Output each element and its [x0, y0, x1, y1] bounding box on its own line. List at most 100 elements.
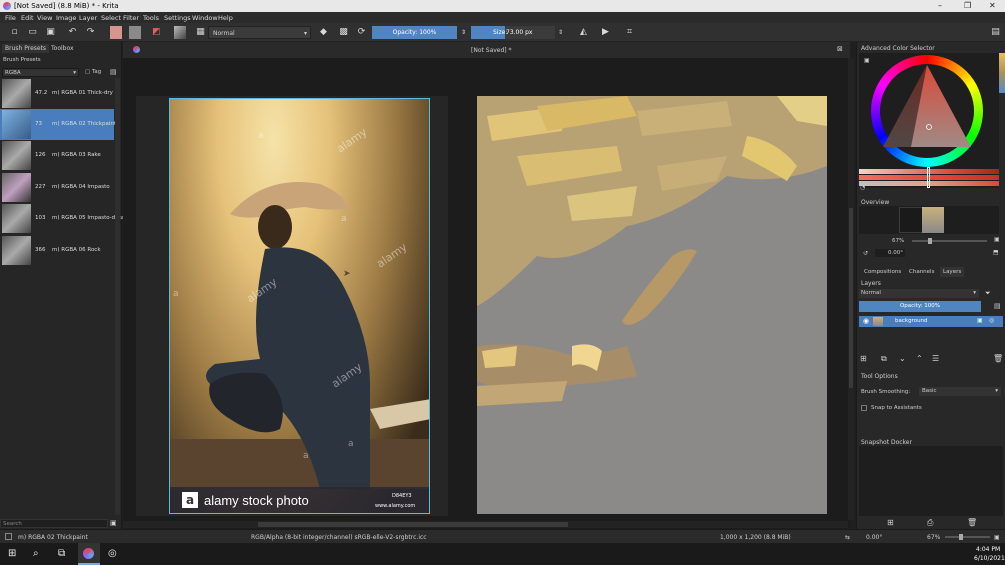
menu-window[interactable]: Window: [192, 14, 218, 22]
menu-layer[interactable]: Layer: [79, 14, 97, 22]
layer-row-background[interactable]: ◉ background ▣ ◎: [859, 316, 1003, 327]
menu-file[interactable]: File: [5, 14, 16, 22]
tag-button[interactable]: ▢ Tag: [85, 69, 101, 75]
preset-view-icon[interactable]: ▤: [110, 68, 117, 76]
layer-properties-icon[interactable]: ☰: [932, 354, 939, 363]
close-button[interactable]: ✕: [989, 1, 996, 10]
tab-toolbox[interactable]: Toolbox: [48, 44, 77, 53]
status-rotate-icon[interactable]: ⇆: [845, 534, 850, 541]
preset-search-options-icon[interactable]: ▣: [110, 519, 117, 527]
color-selector-settings-icon[interactable]: ▣: [864, 57, 870, 64]
obs-taskbar-icon[interactable]: ◎: [108, 548, 117, 559]
status-zoom-slider[interactable]: [945, 534, 990, 540]
delete-snapshot-icon[interactable]: 🗑: [967, 518, 977, 527]
preset-search-input[interactable]: Search: [0, 519, 108, 528]
eraser-icon[interactable]: ◆: [318, 27, 329, 38]
vertical-scroll-thumb[interactable]: [849, 208, 853, 388]
canvas-vertical-scrollbar[interactable]: [848, 58, 854, 520]
foreground-color-swatch[interactable]: [110, 26, 122, 39]
add-snapshot-icon[interactable]: ⊞: [887, 518, 894, 527]
swap-colors-icon[interactable]: ◩: [151, 27, 162, 38]
canvas-horizontal-scrollbar[interactable]: [123, 521, 848, 528]
pattern-icon[interactable]: [174, 26, 186, 39]
search-icon[interactable]: ⌕: [33, 548, 39, 559]
status-zoom-handle[interactable]: [959, 534, 963, 540]
mirror-view-icon[interactable]: ⬒: [993, 249, 999, 256]
mirror-horizontal-icon[interactable]: ◭: [578, 27, 589, 38]
zoom-slider-handle[interactable]: [928, 238, 932, 244]
saturation-triangle[interactable]: [881, 65, 973, 150]
menu-filter[interactable]: Filter: [123, 14, 139, 22]
menu-edit[interactable]: Edit: [21, 14, 34, 22]
color-history-strip[interactable]: [999, 53, 1005, 93]
brush-smoothing-select[interactable]: Basic ▾: [919, 387, 1001, 396]
document-tab-title[interactable]: [Not Saved] *: [471, 47, 512, 54]
layer-opacity-slider[interactable]: Opacity: 100%: [859, 301, 981, 312]
overview-area[interactable]: [859, 206, 999, 234]
menu-image[interactable]: Image: [56, 14, 76, 22]
taskbar-date[interactable]: 6/10/2021: [974, 555, 1005, 562]
rotation-input[interactable]: 0.00°: [875, 249, 905, 257]
menu-view[interactable]: View: [37, 14, 52, 22]
color-picker-icon[interactable]: ◔: [860, 184, 865, 191]
layer-visibility-eye-icon[interactable]: ◉: [863, 317, 869, 325]
menu-help[interactable]: Help: [218, 14, 233, 22]
preset-list-scrollbar[interactable]: [115, 78, 120, 515]
tab-compositions[interactable]: Compositions: [864, 269, 901, 275]
overview-zoom-slider[interactable]: [912, 238, 987, 244]
color-selector-area[interactable]: ▣: [859, 53, 999, 188]
color-slider-handle[interactable]: [927, 167, 930, 188]
mirror-vertical-icon[interactable]: ▶: [600, 27, 611, 38]
menu-tools[interactable]: Tools: [143, 14, 159, 22]
move-layer-up-icon[interactable]: ⌃: [916, 354, 923, 363]
maximize-button[interactable]: ❐: [964, 1, 971, 10]
duplicate-layer-icon[interactable]: ⧉: [881, 354, 887, 364]
redo-icon[interactable]: ↷: [85, 27, 96, 38]
layer-name[interactable]: background: [895, 318, 928, 324]
switch-snapshot-icon[interactable]: ⎙: [927, 518, 933, 528]
reload-preset-icon[interactable]: ⟳: [356, 27, 367, 38]
workspace-chooser-icon[interactable]: ▤: [990, 27, 1001, 38]
move-layer-down-icon[interactable]: ⌄: [899, 354, 906, 363]
brush-preset-item[interactable]: 47.2 m) RGBA 01 Thick-dry: [0, 78, 114, 109]
menu-select[interactable]: Select: [101, 14, 121, 22]
status-colorspace[interactable]: RGB/Alpha (8-bit integer/channel) sRGB-e…: [251, 534, 427, 541]
brush-presets-icon[interactable]: ▦: [195, 27, 206, 38]
tab-brush-presets[interactable]: Brush Presets: [2, 44, 50, 53]
undo-icon[interactable]: ↶: [67, 27, 78, 38]
rotate-icon[interactable]: ↺: [863, 250, 868, 257]
snapshot-list[interactable]: [859, 446, 1003, 516]
save-document-icon[interactable]: ▣: [45, 27, 56, 38]
blend-mode-select[interactable]: Normal ▾: [208, 26, 311, 39]
opacity-spin-icon[interactable]: ⇕: [458, 27, 469, 38]
taskbar-time[interactable]: 4:04 PM: [976, 546, 1000, 553]
preset-filter-select[interactable]: RGBA ▾: [2, 68, 79, 77]
overview-fit-icon[interactable]: ▣: [994, 236, 1000, 243]
size-spin-icon[interactable]: ⇕: [555, 27, 566, 38]
tab-layers[interactable]: Layers: [940, 267, 965, 277]
size-slider[interactable]: Size: 73.00 px: [471, 26, 555, 39]
task-view-icon[interactable]: ⧉: [58, 548, 65, 559]
painting-canvas[interactable]: [477, 96, 827, 514]
close-document-icon[interactable]: ⊠: [837, 45, 843, 53]
start-icon[interactable]: ⊞: [8, 548, 16, 559]
add-layer-icon[interactable]: ⊞: [860, 354, 867, 363]
brush-preset-item[interactable]: 126 m) RGBA 03 Rake: [0, 140, 114, 171]
opacity-slider[interactable]: Opacity: 100%: [372, 26, 457, 39]
layer-thumbnail-size-icon[interactable]: ▤: [994, 302, 1001, 310]
krita-taskbar-button[interactable]: [78, 543, 100, 565]
layer-blend-select[interactable]: Normal ▾: [859, 289, 979, 298]
wrap-around-icon[interactable]: ⌗: [624, 27, 635, 38]
background-color-swatch[interactable]: [129, 26, 141, 39]
status-fit-icon[interactable]: ▣: [994, 534, 1000, 541]
snap-to-assistants-checkbox[interactable]: [861, 405, 867, 411]
menu-settings[interactable]: Settings: [164, 14, 191, 22]
layer-lock-icon[interactable]: ▣: [977, 317, 983, 324]
layer-filter-icon[interactable]: ⏷: [985, 289, 991, 298]
tab-channels[interactable]: Channels: [909, 269, 934, 275]
delete-layer-icon[interactable]: 🗑: [993, 354, 1003, 363]
brush-preset-item-selected[interactable]: 73 m) RGBA 02 Thickpaint*: [0, 109, 119, 140]
horizontal-scroll-thumb[interactable]: [258, 522, 568, 527]
new-document-icon[interactable]: ▫: [9, 27, 20, 38]
preserve-alpha-icon[interactable]: ▩: [338, 27, 349, 38]
